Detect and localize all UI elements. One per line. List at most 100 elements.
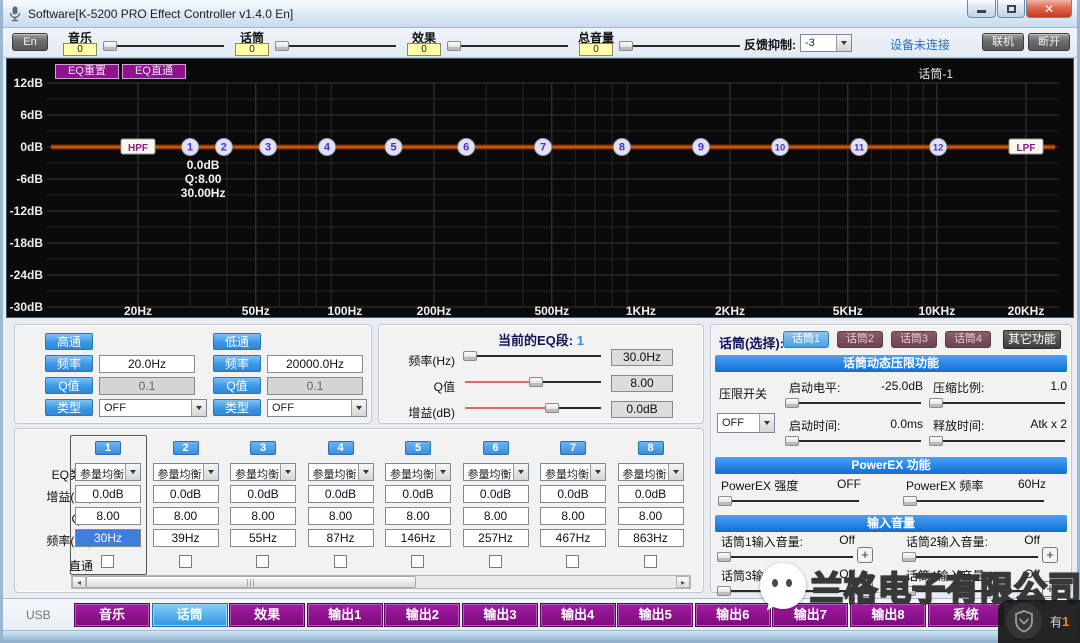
- eq-q-field[interactable]: 8.00: [463, 507, 529, 525]
- scroll-right-icon[interactable]: ▸: [676, 576, 690, 588]
- eq-gain-field[interactable]: 0.0dB: [385, 485, 451, 503]
- slider-thumb[interactable]: [545, 403, 559, 413]
- eq-gain-field[interactable]: 0.0dB: [230, 485, 296, 503]
- eq-q-field[interactable]: 8.00: [308, 507, 374, 525]
- eq-freq-field[interactable]: 87Hz: [308, 529, 374, 547]
- bypass-checkbox[interactable]: [566, 555, 579, 568]
- volume-value[interactable]: 0: [63, 43, 97, 56]
- eq-gain-field[interactable]: 0.0dB: [153, 485, 219, 503]
- bypass-checkbox[interactable]: [411, 555, 424, 568]
- bypass-checkbox[interactable]: [489, 555, 502, 568]
- dropdown-button[interactable]: [668, 464, 683, 480]
- tab-输出3[interactable]: 输出3: [462, 603, 538, 627]
- dropdown-button[interactable]: [513, 464, 528, 480]
- dropdown-button[interactable]: [351, 400, 366, 416]
- eq-q-field[interactable]: 8.00: [618, 507, 684, 525]
- eq-column-number[interactable]: 5: [405, 441, 431, 455]
- mic-button-1[interactable]: 话筒1: [783, 331, 829, 348]
- eq-type-dropdown[interactable]: 参量均衡: [385, 463, 451, 481]
- tab-输出5[interactable]: 输出5: [617, 603, 693, 627]
- eq-column-number[interactable]: 2: [173, 441, 199, 455]
- eq-type-dropdown[interactable]: 参量均衡: [308, 463, 374, 481]
- slider-thumb[interactable]: [103, 41, 117, 51]
- slider-thumb[interactable]: [529, 377, 543, 387]
- eq-type-dropdown[interactable]: 参量均衡: [618, 463, 684, 481]
- eq-type-dropdown[interactable]: 参量均衡: [153, 463, 219, 481]
- tab-输出4[interactable]: 输出4: [540, 603, 616, 627]
- dropdown-button[interactable]: [203, 464, 218, 480]
- tab-话筒[interactable]: 话筒: [152, 603, 228, 627]
- slider-thumb[interactable]: [447, 41, 461, 51]
- tab-输出1[interactable]: 输出1: [307, 603, 383, 627]
- eq-reset-button[interactable]: EQ重置: [55, 64, 119, 79]
- bypass-checkbox[interactable]: [101, 555, 114, 568]
- eq-column-number[interactable]: 8: [638, 441, 664, 455]
- mic-button-4[interactable]: 话筒4: [945, 331, 991, 348]
- tab-输出6[interactable]: 输出6: [695, 603, 771, 627]
- tab-效果[interactable]: 效果: [229, 603, 305, 627]
- lp-freq-field[interactable]: 20000.0Hz: [267, 355, 363, 373]
- bypass-checkbox[interactable]: [256, 555, 269, 568]
- tab-输出7[interactable]: 输出7: [772, 603, 848, 627]
- eq-gain-field[interactable]: 0.0dB: [463, 485, 529, 503]
- eq-column-number[interactable]: 3: [250, 441, 276, 455]
- slider-thumb[interactable]: [717, 552, 731, 562]
- eq-type-dropdown[interactable]: 参量均衡: [230, 463, 296, 481]
- tab-输出8[interactable]: 输出8: [850, 603, 926, 627]
- bypass-checkbox[interactable]: [334, 555, 347, 568]
- connect-button[interactable]: 联机: [982, 33, 1024, 51]
- other-functions-button[interactable]: 其它功能: [1003, 330, 1061, 349]
- slider-thumb[interactable]: [717, 586, 731, 596]
- eq-freq-field[interactable]: 467Hz: [540, 529, 606, 547]
- eq-column-number[interactable]: 1: [95, 441, 121, 455]
- security-toast[interactable]: 有1: [998, 600, 1080, 643]
- eq-curve-plot[interactable]: 12dB6dB0dB-6dB-12dB-18dB-24dB-30dB20Hz50…: [7, 59, 1073, 317]
- slider-thumb[interactable]: [718, 496, 732, 506]
- eq-column-number[interactable]: 6: [483, 441, 509, 455]
- disconnect-button[interactable]: 断开: [1028, 33, 1070, 51]
- eq-q-field[interactable]: 8.00: [153, 507, 219, 525]
- dropdown-button[interactable]: [836, 35, 851, 51]
- hp-type-dropdown[interactable]: OFF: [99, 399, 207, 417]
- eq-gain-field[interactable]: 0.0dB: [308, 485, 374, 503]
- scroll-left-icon[interactable]: ◂: [72, 576, 86, 588]
- slider-thumb[interactable]: [785, 436, 799, 446]
- eq-column-number[interactable]: 4: [328, 441, 354, 455]
- dropdown-button[interactable]: [435, 464, 450, 480]
- eq-freq-field[interactable]: 30Hz: [75, 529, 141, 547]
- slider-thumb[interactable]: [275, 41, 289, 51]
- eq-type-dropdown[interactable]: 参量均衡: [540, 463, 606, 481]
- eq-type-dropdown[interactable]: 参量均衡: [75, 463, 141, 481]
- eq-freq-field[interactable]: 55Hz: [230, 529, 296, 547]
- eq-q-field[interactable]: 8.00: [75, 507, 141, 525]
- close-button[interactable]: ✕: [1026, 0, 1072, 18]
- tab-输出2[interactable]: 输出2: [384, 603, 460, 627]
- eq-q-field[interactable]: 8.00: [385, 507, 451, 525]
- eq-type-dropdown[interactable]: 参量均衡: [463, 463, 529, 481]
- eq-table-scrollbar[interactable]: ◂ ▸ |||: [71, 575, 691, 589]
- volume-value[interactable]: 0: [579, 43, 613, 56]
- tab-系统[interactable]: 系统: [928, 603, 1004, 627]
- eq-q-field[interactable]: 8.00: [230, 507, 296, 525]
- slider-thumb[interactable]: [929, 436, 943, 446]
- mic-button-2[interactable]: 话筒2: [837, 331, 883, 348]
- eq-gain-field[interactable]: 0.0dB: [618, 485, 684, 503]
- tab-音乐[interactable]: 音乐: [74, 603, 150, 627]
- feedback-suppression-dropdown[interactable]: -3: [800, 34, 852, 52]
- slider-thumb[interactable]: [463, 351, 477, 361]
- language-button[interactable]: En: [12, 33, 48, 51]
- lp-type-dropdown[interactable]: OFF: [267, 399, 367, 417]
- eq-freq-field[interactable]: 863Hz: [618, 529, 684, 547]
- dropdown-button[interactable]: [280, 464, 295, 480]
- slider-thumb[interactable]: [902, 552, 916, 562]
- bypass-checkbox[interactable]: [644, 555, 657, 568]
- dropdown-button[interactable]: [125, 464, 140, 480]
- dropdown-button[interactable]: [590, 464, 605, 480]
- input-volume-plus-button[interactable]: +: [1042, 581, 1058, 597]
- maximize-button[interactable]: [997, 0, 1025, 18]
- eq-freq-field[interactable]: 257Hz: [463, 529, 529, 547]
- dropdown-button[interactable]: [358, 464, 373, 480]
- limiter-switch-dropdown[interactable]: OFF: [717, 413, 775, 433]
- volume-value[interactable]: 0: [235, 43, 269, 56]
- eq-freq-field[interactable]: 146Hz: [385, 529, 451, 547]
